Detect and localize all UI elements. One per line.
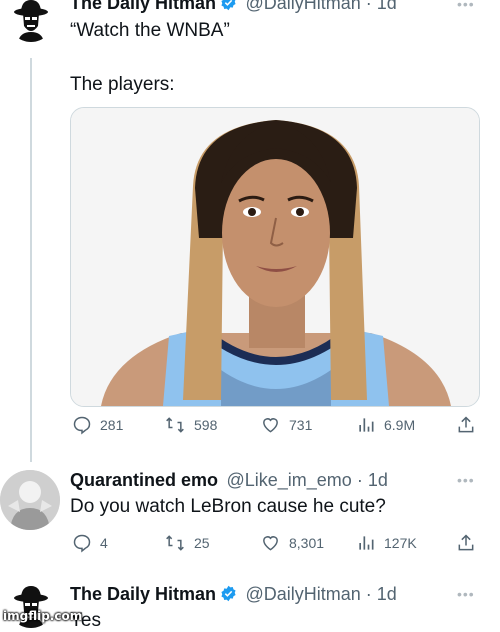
tweet2-header: Quarantined emo @Like_im_emo · 1d [70, 470, 388, 491]
emo-avatar[interactable] [0, 470, 60, 530]
more-icon[interactable]: ••• [457, 0, 475, 12]
more-icon[interactable]: ••• [457, 586, 475, 602]
reply-count: 4 [100, 535, 108, 551]
views-button[interactable]: 6.9M [356, 415, 415, 435]
retweet-button[interactable]: 25 [164, 533, 210, 553]
views-icon [359, 418, 374, 432]
like-button[interactable]: 731 [260, 415, 312, 435]
avatar-photo [0, 470, 60, 530]
like-count: 731 [289, 417, 313, 433]
like-icon [263, 536, 278, 551]
retweet-icon [166, 417, 184, 433]
like-icon [263, 418, 278, 433]
author-name[interactable]: The Daily Hitman [70, 0, 216, 13]
retweet-icon [166, 535, 184, 551]
timestamp[interactable]: 1d [377, 0, 397, 13]
tweet2-actions: 4 25 8,301 127K [72, 532, 482, 554]
reply-button[interactable]: 281 [72, 415, 123, 435]
retweet-button[interactable]: 598 [164, 415, 217, 435]
player-photo [71, 108, 479, 406]
verified-badge-icon [221, 0, 236, 11]
reply-button[interactable]: 4 [72, 533, 108, 553]
more-icon[interactable]: ••• [457, 472, 475, 488]
separator: · [351, 470, 368, 490]
tweet3-header: The Daily Hitman @DailyHitman · 1d [70, 584, 397, 605]
timestamp[interactable]: 1d [368, 470, 388, 490]
separator: · [360, 0, 377, 13]
share-icon [458, 534, 474, 551]
share-icon [458, 416, 474, 433]
thread-line [30, 58, 32, 462]
views-count: 6.9M [384, 417, 416, 433]
verified-badge-icon [221, 585, 236, 602]
reply-icon [73, 416, 91, 435]
like-button[interactable]: 8,301 [260, 533, 324, 553]
tweet-image[interactable] [70, 107, 480, 407]
retweet-count: 25 [194, 535, 210, 551]
author-name[interactable]: The Daily Hitman [70, 584, 216, 604]
tweet2-text: Do you watch LeBron cause he cute? [70, 496, 386, 517]
retweet-count: 598 [194, 417, 218, 433]
views-count: 127K [384, 535, 417, 551]
tweet1-caption: The players: [70, 74, 175, 95]
timestamp[interactable]: 1d [377, 584, 397, 604]
views-icon [359, 536, 374, 550]
author-handle[interactable]: @DailyHitman [245, 584, 360, 604]
author-name[interactable]: Quarantined emo [70, 470, 218, 490]
hitman-avatar[interactable] [8, 0, 54, 42]
tweet1-header: The Daily Hitman @DailyHitman · 1d [70, 0, 397, 14]
tweet1-actions: 281 598 731 6.9M [72, 414, 482, 436]
watermark: imgflip.com [3, 609, 83, 623]
share-button[interactable] [456, 533, 476, 553]
author-handle[interactable]: @DailyHitman [245, 0, 360, 13]
like-count: 8,301 [289, 535, 325, 551]
share-button[interactable] [456, 415, 476, 435]
reply-icon [73, 534, 91, 553]
tweet1-quote: “Watch the WNBA” [70, 20, 230, 41]
separator: · [360, 584, 377, 604]
author-handle[interactable]: @Like_im_emo [226, 470, 351, 490]
hitman-logo-icon [14, 0, 48, 42]
reply-count: 281 [100, 417, 124, 433]
views-button[interactable]: 127K [356, 533, 417, 553]
